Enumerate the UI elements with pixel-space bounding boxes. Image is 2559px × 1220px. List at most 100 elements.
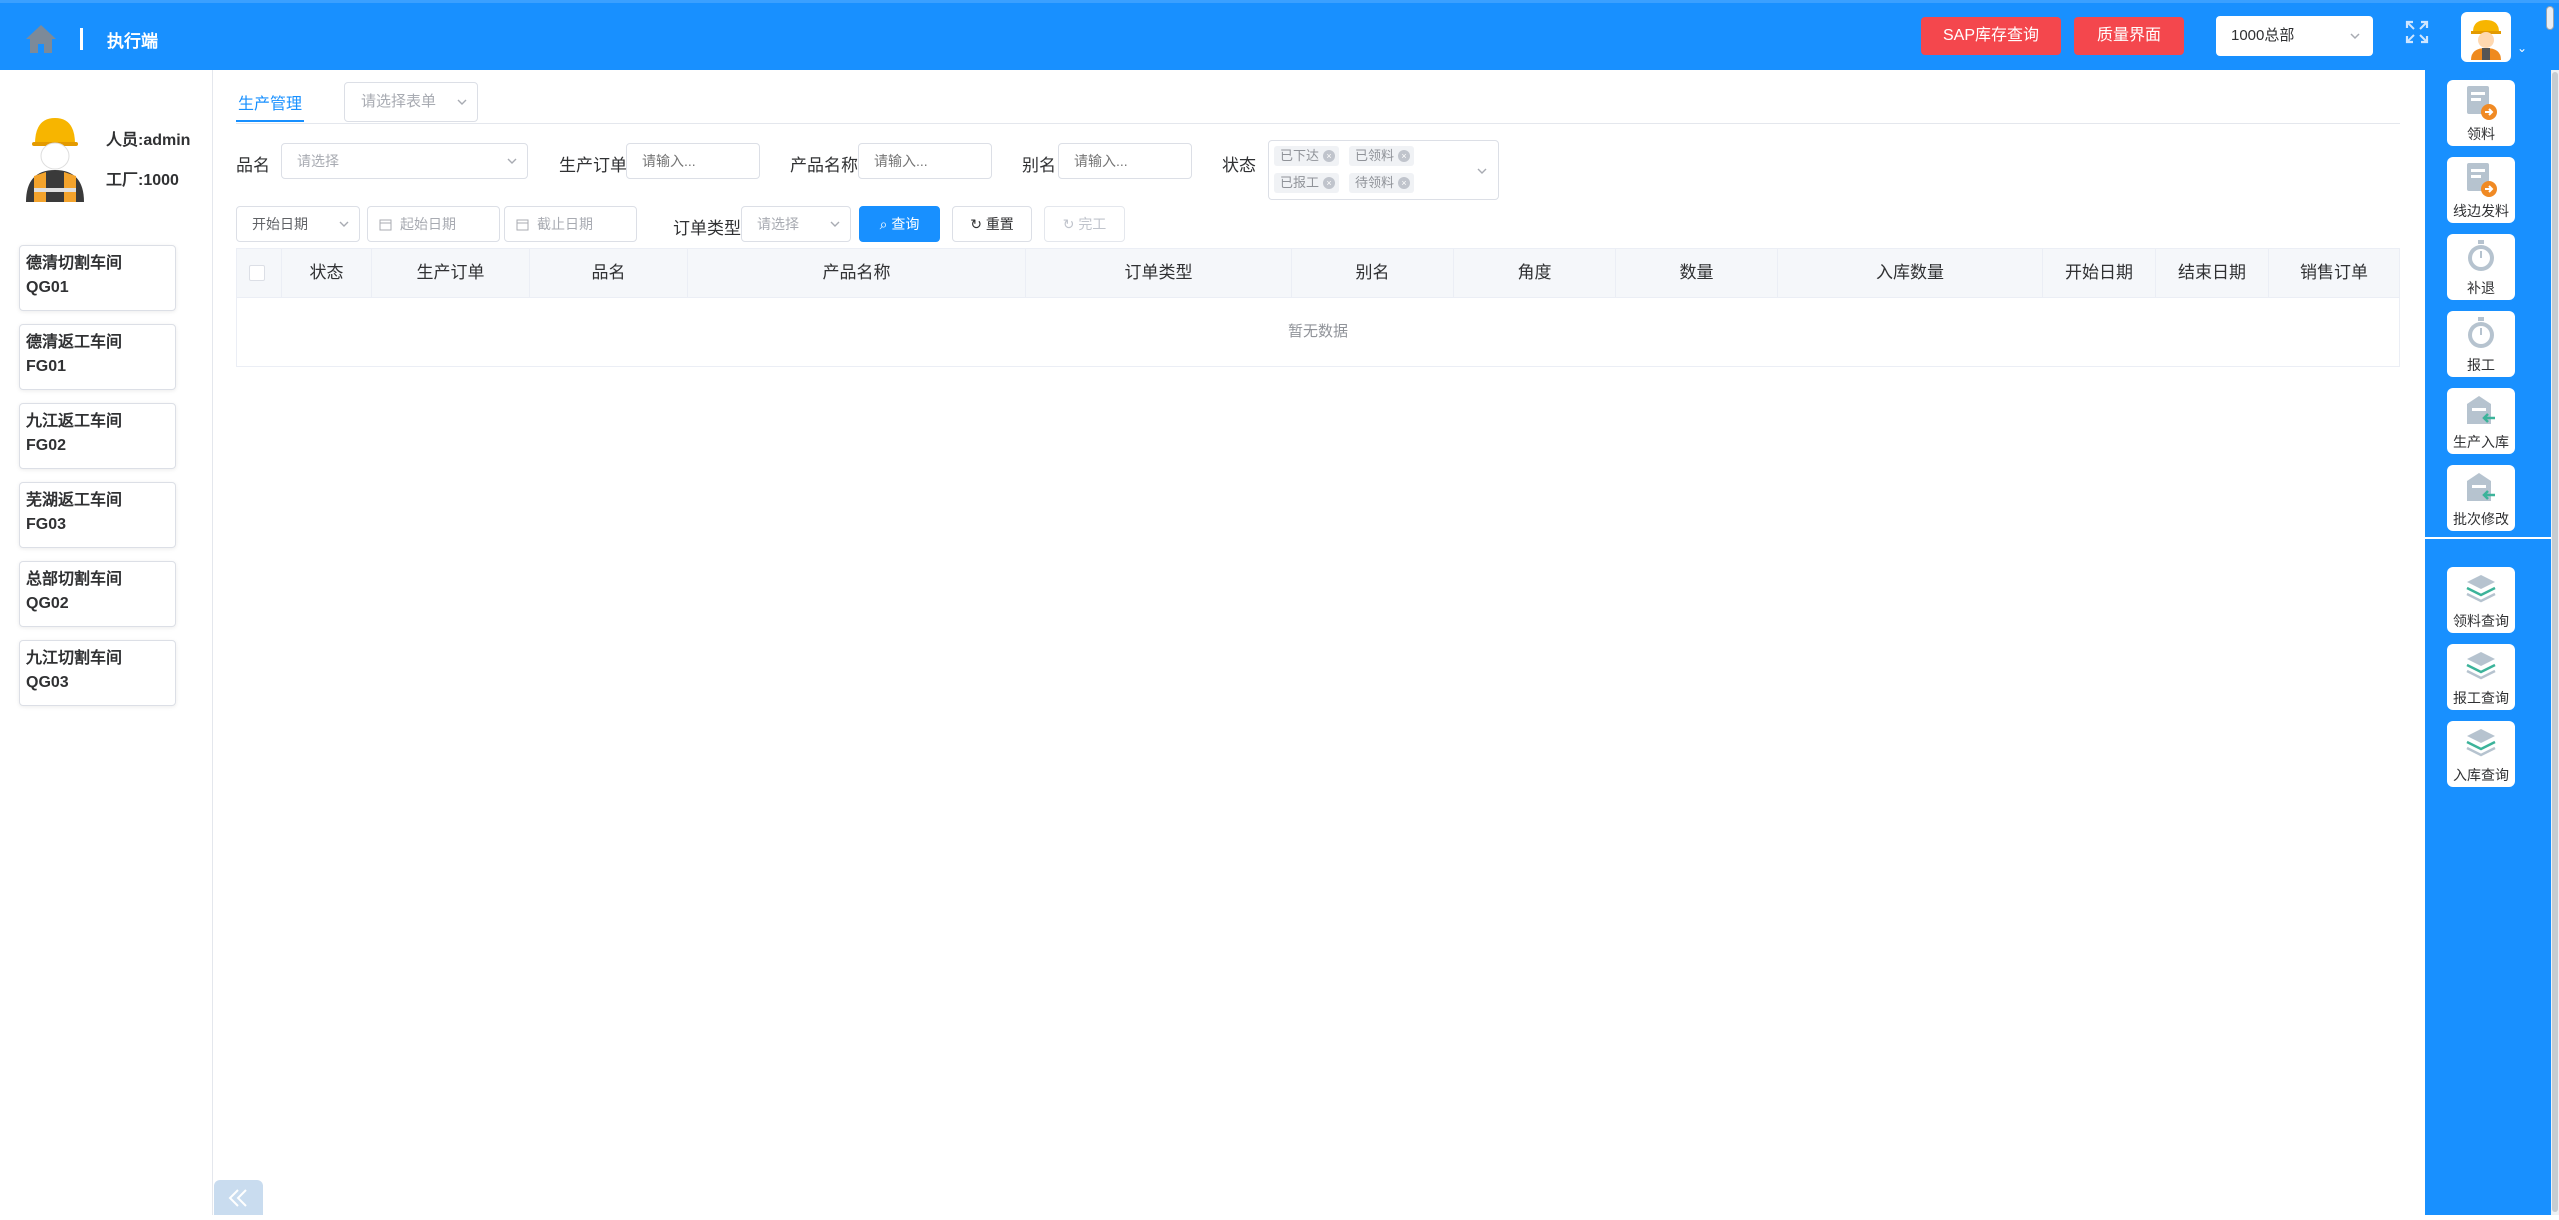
line-side-issue-button[interactable]: 线边发料 — [2447, 157, 2515, 223]
layers-icon — [2466, 575, 2496, 603]
document-arrow-icon — [2467, 163, 2497, 197]
column-header[interactable]: 品名 — [530, 249, 688, 297]
rightbar-item-label: 生产入库 — [2453, 434, 2509, 450]
status-tag-label: 已领料 — [1355, 148, 1395, 163]
reset-button-label: 重置 — [985, 216, 1014, 232]
column-header[interactable]: 订单类型 — [1026, 249, 1292, 297]
rightbar-item-label: 领料查询 — [2453, 613, 2509, 629]
status-tag: 已报工 × — [1274, 173, 1340, 193]
date-type-value: 开始日期 — [252, 216, 308, 232]
alias-label: 别名 — [1022, 156, 1056, 175]
rightbar-item-label: 批次修改 — [2453, 511, 2509, 527]
layers-icon — [2466, 652, 2496, 680]
production-order-input[interactable] — [626, 143, 760, 179]
status-multiselect[interactable]: 已下达 × 已领料 × 已报工 × 待领料 × — [1268, 140, 1499, 200]
select-all-cell — [237, 249, 282, 297]
rightbar-item-label: 领料 — [2467, 126, 2495, 142]
column-header[interactable]: 产品名称 — [688, 249, 1026, 297]
column-header[interactable]: 数量 — [1616, 249, 1778, 297]
production-warehousing-button[interactable]: 生产入库 — [2447, 388, 2515, 454]
home-icon[interactable] — [24, 23, 58, 55]
rightbar-item-label: 补退 — [2467, 280, 2495, 296]
app-title: 执行端 — [107, 32, 158, 51]
query-button-label: 查询 — [891, 216, 920, 232]
order-type-select[interactable]: 请选择 — [741, 206, 851, 242]
warehousing-query-button[interactable]: 入库查询 — [2447, 721, 2515, 787]
header-divider — [80, 28, 83, 50]
production-table: 状态 生产订单 品名 产品名称 订单类型 别名 角度 数量 入库数量 开始日期 … — [236, 248, 2400, 367]
date-type-select[interactable]: 开始日期 — [236, 206, 360, 242]
collapse-sidebar-button[interactable] — [214, 1180, 263, 1215]
chevron-down-icon — [507, 158, 517, 164]
column-header[interactable]: 入库数量 — [1778, 249, 2043, 297]
scrollbar-top-thumb[interactable] — [2546, 6, 2554, 30]
tab-production-management[interactable]: 生产管理 — [236, 92, 305, 122]
batch-modify-button[interactable]: 批次修改 — [2447, 465, 2515, 531]
select-all-checkbox[interactable] — [249, 265, 265, 281]
tag-close-icon[interactable]: × — [1398, 177, 1411, 189]
status-tag-label: 待领料 — [1355, 175, 1395, 190]
column-header[interactable]: 状态 — [282, 249, 372, 297]
tag-close-icon[interactable]: × — [1323, 177, 1336, 189]
rightbar-item-label: 报工 — [2467, 357, 2495, 373]
user-avatar[interactable] — [2461, 12, 2511, 62]
form-select-placeholder: 请选择表单 — [361, 93, 437, 110]
sap-inventory-button[interactable]: SAP库存查询 — [1921, 17, 2061, 55]
workshop-card[interactable]: 德清返工车间 FG01 — [19, 324, 176, 390]
warehouse-in-icon — [2467, 396, 2495, 424]
alias-input[interactable] — [1058, 143, 1192, 179]
form-select[interactable]: 请选择表单 — [344, 82, 478, 122]
workshop-name: 德清返工车间 — [26, 334, 123, 351]
end-date-placeholder: 截止日期 — [537, 216, 593, 232]
material-pick-button[interactable]: 领料 — [2447, 80, 2515, 146]
start-date-input[interactable]: 起始日期 — [367, 206, 500, 242]
workshop-card[interactable]: 德清切割车间 QG01 — [19, 245, 176, 311]
rightbar-item-label: 入库查询 — [2453, 767, 2509, 783]
reset-button[interactable]: ↻ 重置 — [952, 206, 1032, 242]
column-header[interactable]: 开始日期 — [2043, 249, 2156, 297]
document-arrow-icon — [2467, 86, 2497, 120]
chevron-down-icon — [339, 221, 349, 227]
workshop-card[interactable]: 总部切割车间 QG02 — [19, 561, 176, 627]
worker-avatar-icon — [2471, 20, 2501, 60]
column-header[interactable]: 别名 — [1292, 249, 1454, 297]
column-header[interactable]: 生产订单 — [372, 249, 530, 297]
tag-close-icon[interactable]: × — [1323, 150, 1336, 162]
report-work-button[interactable]: 报工 — [2447, 311, 2515, 377]
scrollbar-thumb[interactable] — [2552, 72, 2558, 1212]
worker-profile-icon — [26, 118, 84, 202]
layers-icon — [2466, 729, 2496, 757]
org-select[interactable]: 1000总部 — [2216, 16, 2373, 56]
workshop-code: QG01 — [26, 279, 69, 296]
production-order-label: 生产订单 — [559, 156, 627, 175]
column-header[interactable]: 结束日期 — [2156, 249, 2269, 297]
warehouse-in-icon — [2467, 473, 2495, 501]
empty-table-text: 暂无数据 — [1287, 323, 1348, 340]
return-button[interactable]: 补退 — [2447, 234, 2515, 300]
workshop-card[interactable]: 芜湖返工车间 FG03 — [19, 482, 176, 548]
product-name-select[interactable]: 请选择 — [281, 143, 528, 179]
quality-button[interactable]: 质量界面 — [2074, 17, 2184, 55]
finish-button[interactable]: ↻ 完工 — [1044, 206, 1125, 242]
tag-close-icon[interactable]: × — [1398, 150, 1411, 162]
query-button[interactable]: ⌕ 查询 — [859, 206, 940, 242]
workshop-card[interactable]: 九江返工车间 FG02 — [19, 403, 176, 469]
vertical-scrollbar[interactable] — [2551, 70, 2559, 1215]
material-query-button[interactable]: 领料查询 — [2447, 567, 2515, 633]
factory-label: 工厂:1000 — [106, 172, 179, 189]
report-query-button[interactable]: 报工查询 — [2447, 644, 2515, 710]
workshop-card[interactable]: 九江切割车间 QG03 — [19, 640, 176, 706]
product-label: 产品名称 — [790, 156, 858, 175]
chevron-down-icon — [830, 221, 840, 227]
workshop-name: 德清切割车间 — [26, 255, 123, 272]
end-date-input[interactable]: 截止日期 — [504, 206, 637, 242]
column-header[interactable]: 角度 — [1454, 249, 1616, 297]
workshop-name: 芜湖返工车间 — [26, 492, 123, 509]
avatar-caret-icon[interactable]: ⌄ — [2517, 41, 2527, 55]
refresh-icon: ↻ — [970, 216, 982, 232]
column-header[interactable]: 销售订单 — [2269, 249, 2399, 297]
product-input[interactable] — [858, 143, 992, 179]
fullscreen-icon[interactable] — [2404, 19, 2430, 45]
product-name-label: 品名 — [236, 156, 270, 175]
workshop-name: 总部切割车间 — [26, 571, 123, 588]
